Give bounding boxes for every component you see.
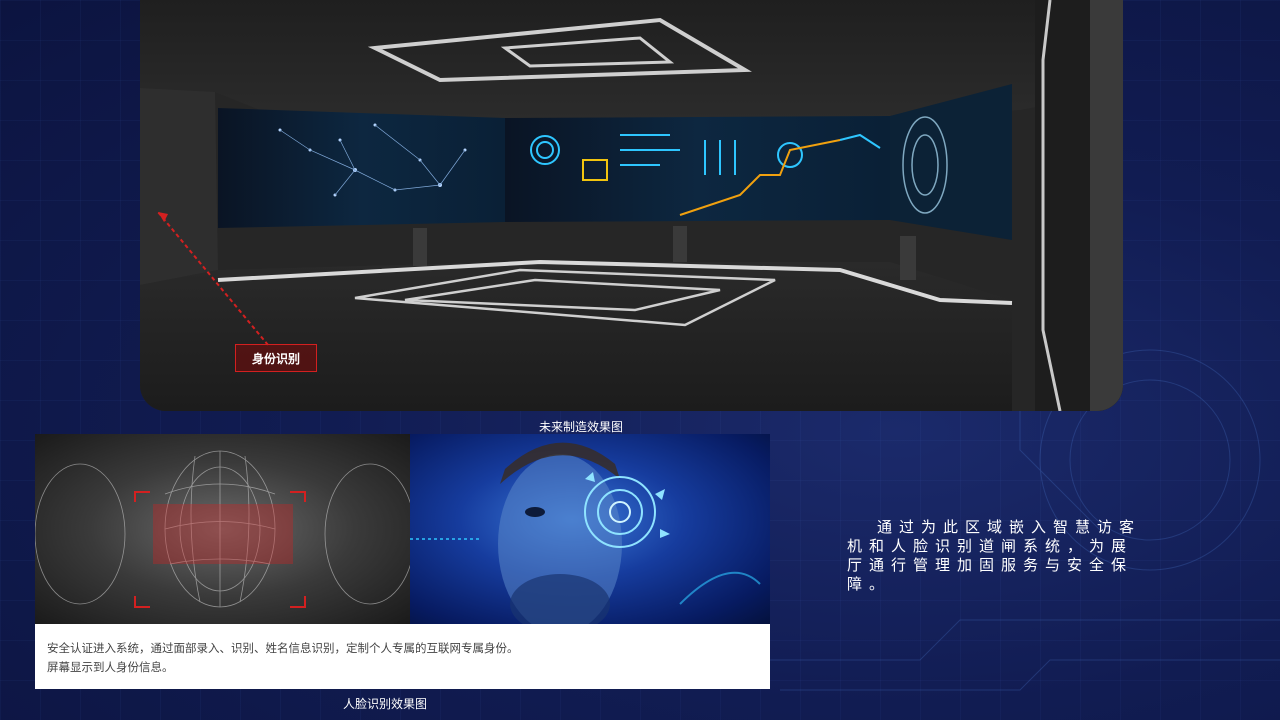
face-portrait-svg: [410, 442, 761, 634]
face-scan-portrait-image: [410, 434, 770, 634]
face-description-line1: 安全认证进入系统，通过面部录入、识别、姓名信息识别，定制个人专属的互联网专属身份…: [47, 641, 519, 655]
face-recognition-image: 安全认证进入系统，通过面部录入、识别、姓名信息识别，定制个人专属的互联网专属身份…: [35, 434, 770, 689]
face-scan-mesh-image: [35, 434, 416, 624]
face-caption: 人脸识别效果图: [342, 697, 427, 711]
face-mesh-svg: [35, 450, 416, 608]
face-description-line2: 屏幕显示到人身份信息。: [47, 660, 174, 674]
render-caption: 未来制造效果图: [538, 420, 623, 434]
side-description: 通过为此区域嵌入智慧访客机和人脸识别道闸系统，为展厅通行管理加固服务与安全保障。: [847, 518, 1142, 593]
identity-recognition-tag: 身份识别: [235, 344, 317, 372]
face-description: 安全认证进入系统，通过面部录入、识别、姓名信息识别，定制个人专属的互联网专属身份…: [47, 639, 757, 677]
